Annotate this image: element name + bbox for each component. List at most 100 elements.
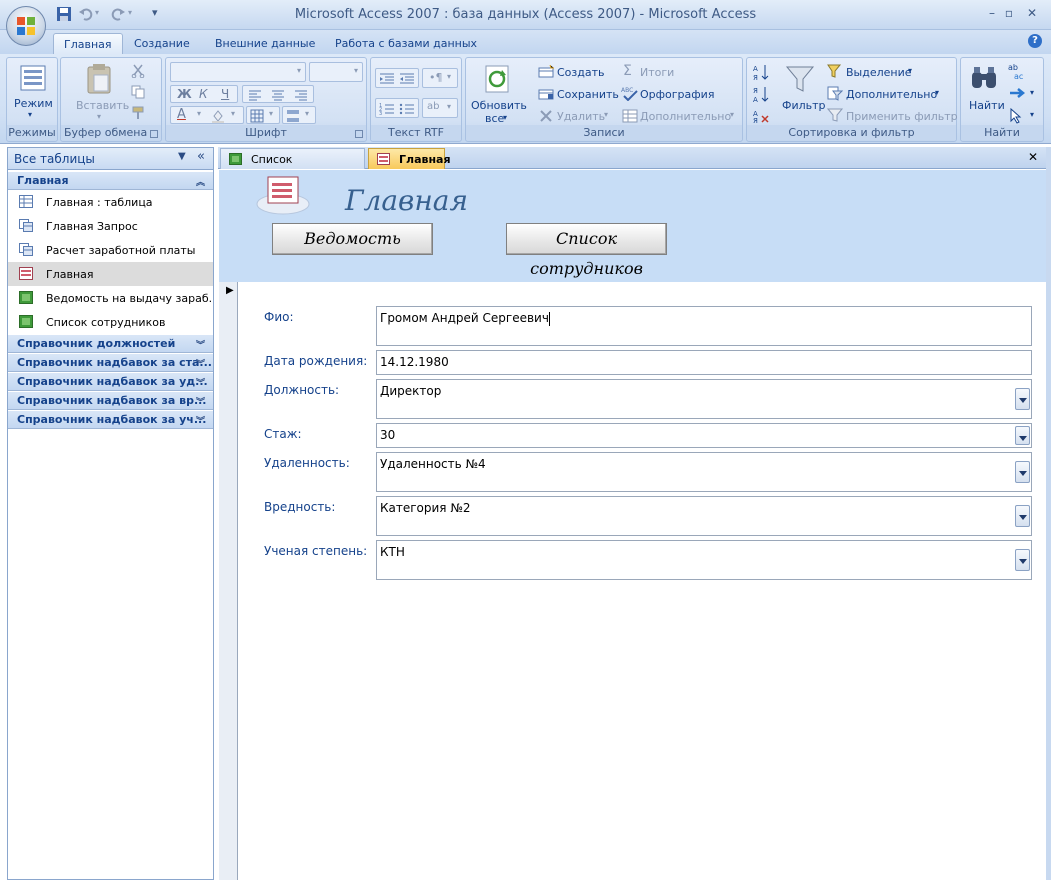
replace-icon[interactable]: abac (1008, 62, 1028, 80)
delete-dropdown-icon[interactable]: ▾ (604, 110, 608, 119)
remoteness-combo[interactable]: Удаленность №4 (376, 452, 1032, 492)
employees-list-button[interactable]: Список сотрудников (506, 223, 667, 278)
decrease-indent-icon[interactable] (379, 72, 395, 86)
select-cursor-icon[interactable] (1009, 108, 1025, 124)
expand-chevron-icon[interactable]: ︾ (196, 338, 205, 351)
nav-item-main-table[interactable]: Главная : таблица (8, 190, 213, 214)
nav-group-main[interactable]: Главная ︽ (8, 172, 213, 190)
nav-pane-header[interactable]: Все таблицы ▼ « (8, 148, 213, 170)
selection-button[interactable]: Выделение (846, 66, 912, 79)
increase-indent-icon[interactable] (399, 72, 415, 86)
align-left-icon[interactable] (248, 89, 262, 101)
office-button[interactable] (6, 6, 46, 46)
select-dropdown-icon[interactable]: ▾ (1030, 110, 1034, 119)
bold-button[interactable]: Ж (177, 87, 192, 101)
birth-date-field[interactable]: 14.12.1980 (376, 350, 1032, 375)
refresh-dropdown-icon[interactable]: ▾ (503, 113, 507, 122)
nav-group-seniority[interactable]: Справочник надбавок за ста... ︾ (8, 354, 213, 372)
highlight-button[interactable]: ab ▾ (422, 98, 458, 118)
fio-field[interactable]: Громом Андрей Сергеевич (376, 306, 1032, 346)
view-dropdown-icon[interactable]: ▾ (28, 110, 32, 119)
tab-home[interactable]: Главная (53, 33, 123, 54)
position-combo[interactable]: Директор (376, 379, 1032, 419)
clear-sort-icon[interactable]: AЯ (753, 108, 769, 124)
underline-button[interactable]: Ч (221, 87, 229, 101)
record-selector[interactable]: ▶ (219, 282, 238, 880)
expand-chevron-icon[interactable]: ︾ (196, 357, 205, 370)
fill-color-icon[interactable] (211, 109, 225, 123)
advanced-dropdown-icon[interactable]: ▾ (935, 88, 939, 97)
spelling-button[interactable]: Орфография (640, 88, 714, 101)
tab-create[interactable]: Создание (124, 33, 200, 54)
sort-descending-icon[interactable]: ЯA (753, 85, 769, 103)
nav-item-main-form[interactable]: Главная (8, 262, 213, 286)
totals-button[interactable]: Итоги (640, 66, 674, 79)
delete-record-button[interactable]: Удалить (557, 110, 605, 123)
degree-dropdown-icon[interactable] (1015, 549, 1030, 571)
restore-button[interactable]: ▫ (1000, 6, 1018, 22)
new-record-button[interactable]: Создать (557, 66, 605, 79)
nav-group-hazard[interactable]: Справочник надбавок за вр... ︾ (8, 392, 213, 410)
more-records-button[interactable]: Дополнительно (640, 110, 731, 123)
refresh-all-button[interactable]: Обновить (471, 99, 527, 112)
nav-item-employees-report[interactable]: Список сотрудников (8, 310, 213, 334)
apply-filter-button[interactable]: Применить фильтр (846, 110, 958, 123)
bullets-icon[interactable] (399, 102, 415, 116)
expand-chevron-icon[interactable]: ︾ (196, 414, 205, 427)
hazard-dropdown-icon[interactable] (1015, 505, 1030, 527)
remoteness-dropdown-icon[interactable] (1015, 461, 1030, 483)
paragraph-button[interactable]: •¶ ▾ (422, 68, 458, 88)
help-icon[interactable]: ? (1028, 34, 1042, 48)
find-button[interactable]: Найти (969, 99, 1005, 112)
font-dialog-launcher-icon[interactable] (355, 130, 363, 138)
fill-color-dropdown-icon[interactable]: ▾ (231, 109, 235, 118)
clipboard-dialog-launcher-icon[interactable] (150, 130, 158, 138)
sort-ascending-icon[interactable]: AЯ (753, 63, 769, 81)
goto-icon[interactable] (1008, 86, 1028, 100)
experience-combo[interactable]: 30 (376, 423, 1032, 448)
font-name-combo[interactable]: ▾ (170, 62, 306, 82)
view-button[interactable]: Режим (14, 97, 53, 110)
align-center-icon[interactable] (271, 89, 285, 101)
goto-dropdown-icon[interactable]: ▾ (1030, 88, 1034, 97)
save-record-button[interactable]: Сохранить (557, 88, 619, 101)
advanced-filter-button[interactable]: Дополнительно (846, 88, 937, 101)
paste-button[interactable]: Вставить (76, 99, 129, 112)
cut-icon[interactable] (131, 64, 145, 78)
paste-dropdown-icon[interactable]: ▾ (97, 112, 101, 121)
doc-tab-employees-list[interactable]: Список сотрудников (220, 148, 365, 179)
nav-group-remoteness[interactable]: Справочник надбавок за уд... ︾ (8, 373, 213, 391)
nav-item-salary-query[interactable]: Расчет заработной платы (8, 238, 213, 262)
nav-group-positions[interactable]: Справочник должностей ︾ (8, 335, 213, 353)
degree-combo[interactable]: КТН (376, 540, 1032, 580)
nav-item-main-query[interactable]: Главная Запрос (8, 214, 213, 238)
font-size-combo[interactable]: ▾ (309, 62, 363, 82)
collapse-chevron-icon[interactable]: ︽ (196, 175, 205, 188)
selection-dropdown-icon[interactable]: ▾ (908, 66, 912, 75)
position-dropdown-icon[interactable] (1015, 388, 1030, 410)
filter-button[interactable]: Фильтр (782, 99, 826, 112)
minimize-button[interactable]: – (983, 6, 1001, 22)
tab-database-tools[interactable]: Работа с базами данных (325, 33, 487, 54)
refresh-all-button-line2[interactable]: все (485, 112, 504, 125)
doc-tab-main-form[interactable]: Главная (368, 148, 451, 169)
nav-menu-dropdown-icon[interactable]: ▼ (178, 151, 186, 162)
report-button[interactable]: Ведомость (272, 223, 433, 255)
expand-chevron-icon[interactable]: ︾ (196, 376, 205, 389)
experience-dropdown-icon[interactable] (1015, 425, 1030, 445)
nav-group-degree[interactable]: Справочник надбавок за уч... ︾ (8, 411, 213, 429)
shutter-bar-close-icon[interactable]: « (197, 149, 205, 164)
italic-button[interactable]: К (199, 87, 208, 101)
format-painter-icon[interactable] (131, 106, 145, 120)
font-color-icon[interactable]: A (177, 107, 186, 122)
close-document-icon[interactable]: ✕ (1028, 150, 1038, 164)
hazard-combo[interactable]: Категория №2 (376, 496, 1032, 536)
alternate-fill-button[interactable]: ▾ (282, 106, 316, 124)
gridlines-button[interactable]: ▾ (246, 106, 280, 124)
expand-chevron-icon[interactable]: ︾ (196, 395, 205, 408)
numbering-icon[interactable]: 123 (379, 102, 395, 116)
close-window-button[interactable]: ✕ (1023, 6, 1041, 22)
font-color-dropdown-icon[interactable]: ▾ (197, 109, 201, 118)
tab-external-data[interactable]: Внешние данные (205, 33, 325, 54)
more-records-dropdown-icon[interactable]: ▾ (730, 110, 734, 119)
